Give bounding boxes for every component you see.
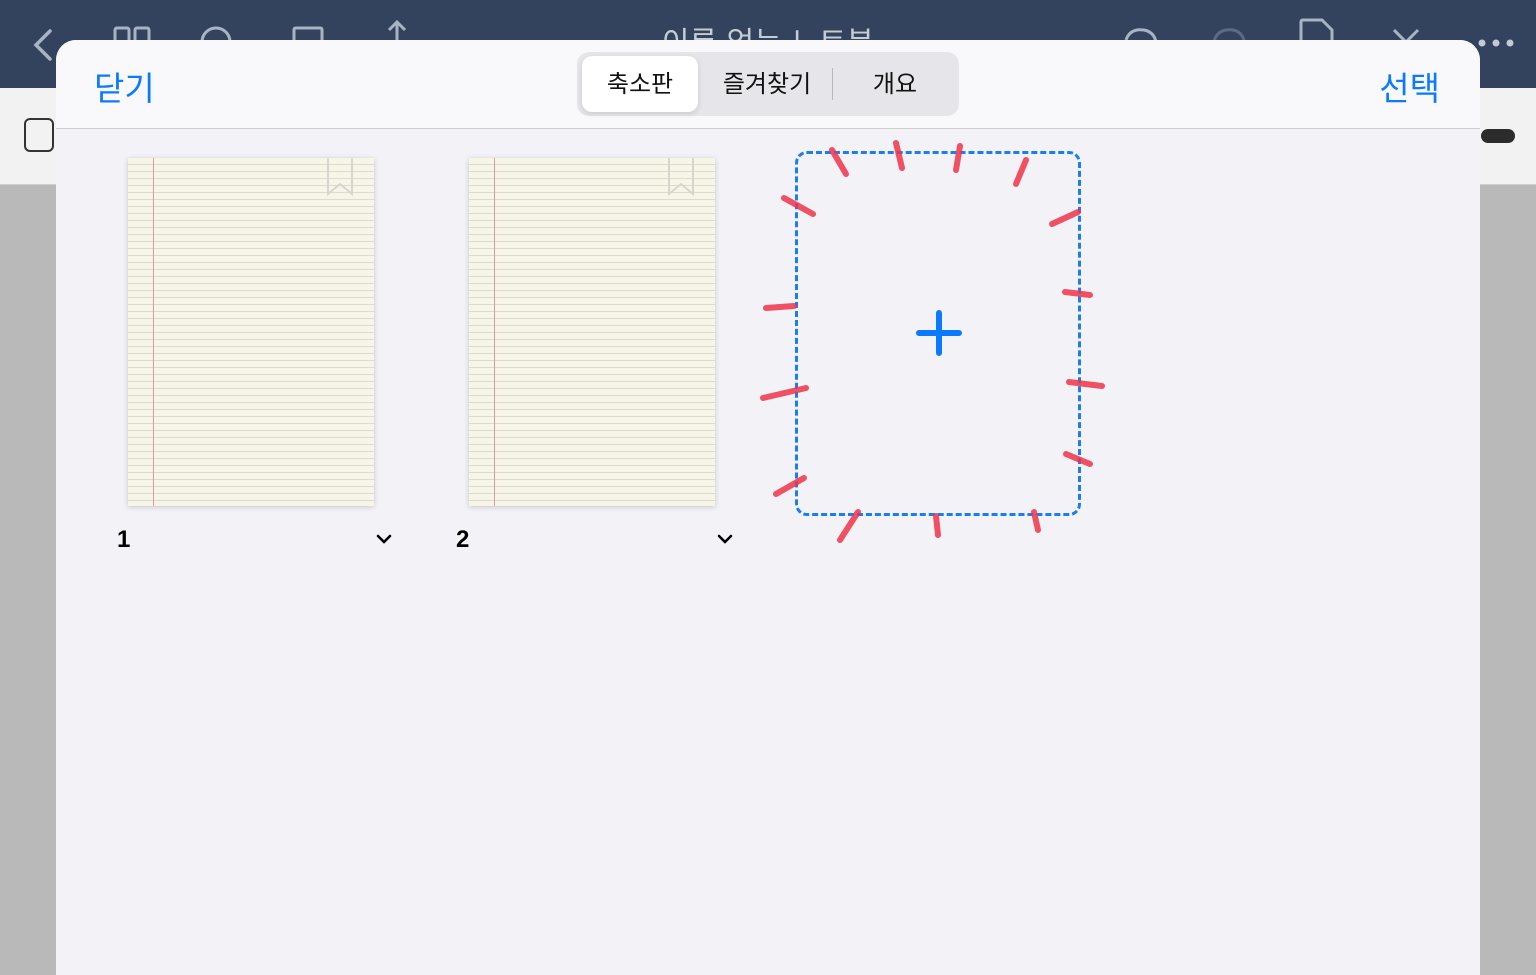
close-button[interactable]: 닫기 <box>94 62 155 110</box>
more-icon[interactable] <box>1476 38 1516 48</box>
sheet-header: 닫기 축소판 즐겨찾기 개요 선택 <box>56 40 1480 129</box>
page-number: 1 <box>117 526 131 553</box>
toolbar-handle[interactable] <box>1481 129 1515 143</box>
page-thumbnail[interactable] <box>128 158 374 506</box>
page-thumbnail[interactable] <box>469 158 715 506</box>
plus-icon[interactable] <box>916 310 962 356</box>
page-number: 2 <box>456 526 470 553</box>
tab-thumbnails[interactable]: 축소판 <box>582 56 698 112</box>
segment-divider <box>832 68 833 100</box>
page-overview-sheet: 닫기 축소판 즐겨찾기 개요 선택 1 2 <box>56 40 1480 975</box>
tab-favorites[interactable]: 즐겨찾기 <box>702 56 832 112</box>
view-mode-segmented-control: 축소판 즐겨찾기 개요 <box>577 52 959 116</box>
paper-margin-line <box>153 158 154 506</box>
bookmark-icon[interactable] <box>326 158 354 196</box>
document-icon[interactable] <box>24 118 54 152</box>
bookmark-icon[interactable] <box>667 158 695 196</box>
paper-margin-line <box>494 158 495 506</box>
add-page-icon[interactable] <box>1298 18 1336 42</box>
tab-outline[interactable]: 개요 <box>835 56 955 112</box>
chevron-down-icon[interactable] <box>376 534 392 544</box>
chevron-down-icon[interactable] <box>717 534 733 544</box>
select-button[interactable]: 선택 <box>1379 62 1440 110</box>
